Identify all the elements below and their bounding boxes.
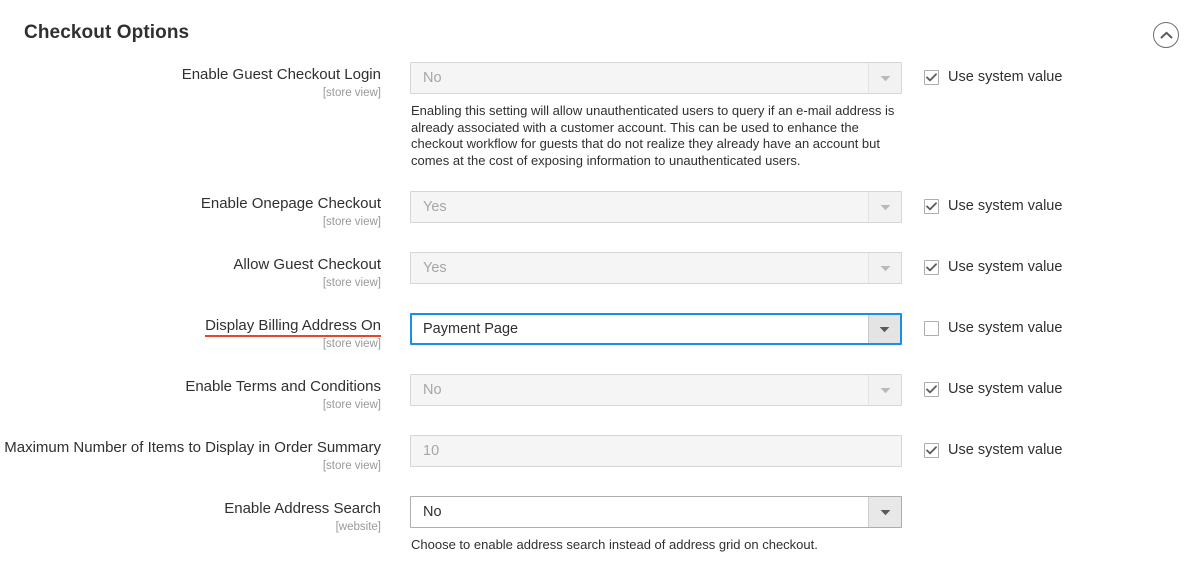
field-scope-maximum-number-of-items-to-display-in-order-summary: [store view] xyxy=(322,460,381,473)
field-label-container-display-billing-address-on: Display Billing Address On [store view] xyxy=(0,313,396,352)
field-scope-enable-address-search: [website] xyxy=(335,521,381,534)
field-row-maximum-number-of-items-to-display-in-order-summary: Maximum Number of Items to Display in Or… xyxy=(0,435,1197,474)
field-control-container-enable-terms-and-conditions: No xyxy=(396,374,902,407)
select-value-enable-onepage-checkout: Yes xyxy=(423,199,447,216)
field-label-enable-terms-and-conditions: Enable Terms and Conditions xyxy=(185,378,381,396)
field-control-container-maximum-number-of-items-to-display-in-order-summary: 10 xyxy=(396,435,902,468)
field-label-maximum-number-of-items-to-display-in-order-summary: Maximum Number of Items to Display in Or… xyxy=(4,439,381,457)
field-control-container-allow-guest-checkout: Yes xyxy=(396,252,902,285)
field-row-enable-terms-and-conditions: Enable Terms and Conditions [store view] N… xyxy=(0,374,1197,413)
field-note-enable-guest-checkout-login: Enabling this setting will allow unauthe… xyxy=(411,103,895,168)
field-control-container-display-billing-address-on: Payment Page xyxy=(396,313,902,346)
field-label-enable-onepage-checkout: Enable Onepage Checkout xyxy=(200,195,381,213)
field-scope-display-billing-address-on: [store view] xyxy=(322,338,381,351)
field-label-enable-guest-checkout-login: Enable Guest Checkout Login xyxy=(181,66,381,83)
select-allow-guest-checkout: Yes xyxy=(410,252,902,285)
field-row-allow-guest-checkout: Allow Guest Checkout [store view] Yes Use s… xyxy=(0,252,1197,291)
field-row-enable-guest-checkout-login: Enable Guest Checkout Login [store view] N… xyxy=(0,62,1197,169)
field-label-container-enable-guest-checkout-login: Enable Guest Checkout Login [store view] xyxy=(0,62,396,101)
field-note-enable-address-search: Choose to enable address search instead … xyxy=(411,537,818,553)
use-system-value-label-allow-guest-checkout: Use system value xyxy=(948,259,1063,276)
select-enable-address-search[interactable]: No xyxy=(410,496,902,529)
use-system-value-label-enable-guest-checkout-login: Use system value xyxy=(948,69,1063,85)
use-system-value-enable-terms-and-conditions[interactable]: Use system value xyxy=(924,381,1062,397)
checkbox-maximum-number-of-items-to-display-in-order-summary[interactable] xyxy=(924,442,939,458)
select-value-enable-guest-checkout-login: No xyxy=(423,70,442,86)
chevron-down-icon xyxy=(868,63,901,93)
collapse-section-button[interactable] xyxy=(1153,22,1179,48)
chevron-down-icon xyxy=(868,375,901,406)
select-display-billing-address-on[interactable]: Payment Page xyxy=(410,313,902,346)
use-system-value-maximum-number-of-items-to-display-in-order-summary[interactable]: Use system value xyxy=(924,442,1062,458)
field-row-enable-onepage-checkout: Enable Onepage Checkout [store view] Yes Us… xyxy=(0,191,1197,230)
field-label-container-enable-onepage-checkout: Enable Onepage Checkout [store view] xyxy=(0,191,396,230)
use-system-value-label-display-billing-address-on: Use system value xyxy=(948,320,1063,337)
use-system-value-label-maximum-number-of-items-to-display-in-order-summary: Use system value xyxy=(948,442,1063,459)
checkbox-enable-guest-checkout-login[interactable] xyxy=(924,69,939,85)
select-value-display-billing-address-on: Payment Page xyxy=(423,321,519,338)
section-header: Checkout Options xyxy=(0,0,1197,62)
use-system-value-label-enable-onepage-checkout: Use system value xyxy=(948,198,1063,215)
field-scope-enable-terms-and-conditions: [store view] xyxy=(322,399,381,412)
select-enable-onepage-checkout: Yes xyxy=(410,191,902,224)
select-value-enable-address-search: No xyxy=(423,504,442,521)
field-control-container-enable-guest-checkout-login: No Enabling this setting will allow unaut… xyxy=(396,62,902,169)
input-value-maximum-number-of-items-to-display-in-order-summary: 10 xyxy=(423,443,440,460)
field-scope-enable-onepage-checkout: [store view] xyxy=(322,216,381,229)
use-system-value-enable-onepage-checkout[interactable]: Use system value xyxy=(924,198,1062,214)
field-row-enable-address-search: Enable Address Search [website] No Choose t… xyxy=(0,496,1197,554)
use-system-value-allow-guest-checkout[interactable]: Use system value xyxy=(924,259,1062,275)
field-label-container-maximum-number-of-items-to-display-in-order-summary: Maximum Number of Items to Display in Or… xyxy=(0,435,396,474)
field-scope-enable-guest-checkout-login: [store view] xyxy=(322,87,381,99)
field-row-display-billing-address-on: Display Billing Address On [store view] Pa… xyxy=(0,313,1197,352)
field-label-container-enable-terms-and-conditions: Enable Terms and Conditions [store view] xyxy=(0,374,396,413)
checkout-options-form: Enable Guest Checkout Login [store view] N… xyxy=(0,62,1197,554)
field-label-container-allow-guest-checkout: Allow Guest Checkout [store view] xyxy=(0,252,396,291)
page-title: Checkout Options xyxy=(24,22,190,43)
checkbox-enable-onepage-checkout[interactable] xyxy=(924,198,939,214)
chevron-down-icon[interactable] xyxy=(868,315,900,344)
checkbox-enable-terms-and-conditions[interactable] xyxy=(924,381,939,397)
field-label-enable-address-search: Enable Address Search xyxy=(224,500,381,518)
select-enable-guest-checkout-login: No xyxy=(410,62,902,94)
chevron-up-circle-icon xyxy=(1160,31,1173,40)
select-value-enable-terms-and-conditions: No xyxy=(423,382,442,399)
chevron-down-icon xyxy=(868,253,901,284)
chevron-down-icon[interactable] xyxy=(868,497,901,528)
select-value-allow-guest-checkout: Yes xyxy=(423,260,447,277)
field-label-display-billing-address-on: Display Billing Address On xyxy=(205,317,381,338)
field-label-container-enable-address-search: Enable Address Search [website] xyxy=(0,496,396,535)
use-system-value-enable-guest-checkout-login[interactable]: Use system value xyxy=(924,69,1062,85)
field-scope-allow-guest-checkout: [store view] xyxy=(322,277,381,290)
checkbox-allow-guest-checkout[interactable] xyxy=(924,259,939,275)
field-label-allow-guest-checkout: Allow Guest Checkout xyxy=(233,256,381,274)
select-enable-terms-and-conditions: No xyxy=(410,374,902,407)
field-control-container-enable-address-search: No Choose to enable address search instea… xyxy=(396,496,902,554)
chevron-down-icon xyxy=(868,192,901,223)
input-maximum-number-of-items-to-display-in-order-summary: 10 xyxy=(410,435,902,468)
use-system-value-label-enable-terms-and-conditions: Use system value xyxy=(948,381,1063,398)
use-system-value-display-billing-address-on[interactable]: Use system value xyxy=(924,320,1062,336)
checkbox-display-billing-address-on[interactable] xyxy=(924,320,939,336)
field-control-container-enable-onepage-checkout: Yes xyxy=(396,191,902,224)
